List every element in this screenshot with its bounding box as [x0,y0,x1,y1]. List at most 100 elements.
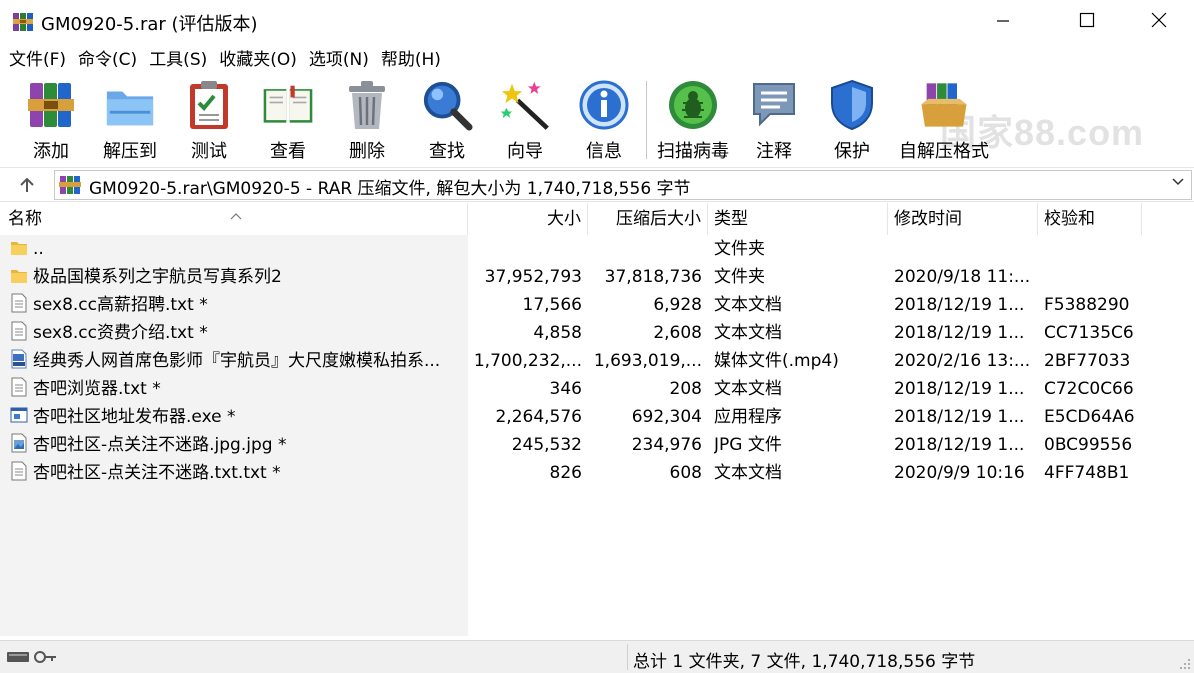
column-header-crc[interactable]: 校验和 [1036,203,1142,235]
protect-label: 保护 [834,141,870,162]
column-header-packed[interactable]: 压缩后大小 [588,203,708,235]
find-label: 查找 [429,141,465,162]
view-button[interactable]: 查看 [256,79,320,163]
up-one-level-button[interactable] [14,172,40,198]
file-crc: F5388290 [1044,295,1130,315]
view-book-icon [262,79,314,131]
file-size: 17,566 [522,295,582,315]
text-file-icon [10,461,28,481]
menu-file[interactable]: 文件(F) [4,45,71,75]
path-text: GM0920-5.rar\GM0920-5 - RAR 压缩文件, 解包大小为 … [89,179,691,199]
column-header-type[interactable]: 类型 [706,203,888,235]
info-label: 信息 [586,141,622,162]
file-size: 346 [549,379,582,399]
virus-scan-icon [667,79,719,131]
status-bar: 总计 1 文件夹, 7 文件, 1,740,718,556 字节 [0,640,1194,673]
table-row[interactable]: 杏吧社区地址发布器.exe * 2,264,576 692,304 应用程序 2018/… [0,403,1194,431]
sfx-button[interactable]: 自解压格式 [898,79,990,163]
chevron-down-icon[interactable] [1171,175,1185,193]
menu-help[interactable]: 帮助(H) [376,45,446,75]
info-button[interactable]: 信息 [579,79,629,163]
file-type: 文本文档 [714,463,782,483]
virus-scan-button[interactable]: 扫描病毒 [654,79,732,163]
resize-grip-icon[interactable] [1179,658,1191,670]
file-name: sex8.cc资费介绍.txt * [33,323,208,343]
file-size: 2,264,576 [495,407,582,427]
sfx-archive-icon [918,79,970,131]
table-row[interactable]: 杏吧社区-点关注不迷路.jpg.jpg * 245,532 234,976 JPG 文… [0,431,1194,459]
column-header-size[interactable]: 大小 [468,203,588,235]
file-name: sex8.cc高薪招聘.txt * [33,295,208,315]
file-packed-size: 208 [669,379,702,399]
file-modified: 2020/9/9 10:16 [894,463,1025,483]
wizard-button[interactable]: 向导 [496,79,554,163]
virus-scan-label: 扫描病毒 [657,141,729,162]
file-packed-size: 2,608 [653,323,702,343]
table-row[interactable]: sex8.cc高薪招聘.txt * 17,566 6,928 文本文档 2018/12/… [0,291,1194,319]
file-size: 826 [549,463,582,483]
file-crc: CC7135C6 [1044,323,1134,343]
drive-key-icon[interactable] [6,648,58,666]
table-row[interactable]: 杏吧社区-点关注不迷路.txt.txt * 826 608 文本文档 2020/9/9 … [0,459,1194,487]
protect-button[interactable]: 保护 [828,79,876,163]
file-name-cell: 极品国模系列之宇航员写真系列2 [10,263,466,291]
table-row[interactable]: sex8.cc资费介绍.txt * 4,858 2,608 文本文档 2018/12/1… [0,319,1194,347]
list-header: 名称 大小 压缩后大小 类型 修改时间 校验和 [0,203,1194,235]
file-type: 文本文档 [714,379,782,399]
extract-to-button[interactable]: 解压到 [100,79,160,163]
file-crc: C72C0C66 [1044,379,1134,399]
view-label: 查看 [270,141,306,162]
text-file-icon [10,377,28,397]
table-row[interactable]: 杏吧浏览器.txt * 346 208 文本文档 2018/12/19 1... C72C… [0,375,1194,403]
find-button[interactable]: 查找 [420,79,474,163]
column-header-modified[interactable]: 修改时间 [886,203,1038,235]
file-name-cell: 经典秀人网首席色影师『宇航员』大尺度嫩模私拍系... [10,347,466,375]
add-archive-icon [25,79,77,131]
file-packed-size: 234,976 [631,435,702,455]
file-type: 应用程序 [714,407,782,427]
menu-commands[interactable]: 命令(C) [73,45,142,75]
file-packed-size: 608 [669,463,702,483]
archive-icon [59,176,81,194]
file-modified: 2020/2/16 13:... [894,351,1031,371]
address-bar: GM0920-5.rar\GM0920-5 - RAR 压缩文件, 解包大小为 … [0,167,1194,202]
winrar-app-icon[interactable] [12,11,34,33]
path-field[interactable]: GM0920-5.rar\GM0920-5 - RAR 压缩文件, 解包大小为 … [54,170,1192,200]
title-bar: GM0920-5.rar (评估版本) [0,0,1194,45]
column-header-name[interactable]: 名称 [0,203,468,235]
file-modified: 2020/9/18 11:... [894,267,1031,287]
folder-icon [10,237,28,257]
file-name: 杏吧社区-点关注不迷路.jpg.jpg * [33,435,287,455]
window-title: GM0920-5.rar (评估版本) [41,14,258,35]
file-packed-size: 1,693,019,... [593,351,702,371]
test-button[interactable]: 测试 [186,79,232,163]
file-modified [894,235,1034,263]
file-type: 文件夹 [714,239,765,259]
text-file-icon [10,293,28,313]
file-name-cell: sex8.cc高薪招聘.txt * [10,291,466,319]
table-row[interactable]: 极品国模系列之宇航员写真系列2 37,952,793 37,818,736 文件夹 20… [0,263,1194,291]
comment-button[interactable]: 注释 [750,79,798,163]
close-button[interactable] [1124,0,1194,45]
file-name: 经典秀人网首席色影师『宇航员』大尺度嫩模私拍系... [33,351,441,371]
menu-favorites[interactable]: 收藏夹(O) [214,45,302,75]
file-crc: 4FF748B1 [1044,463,1130,483]
folder-icon [10,265,28,285]
extract-to-label: 解压到 [103,141,157,162]
extract-folder-icon [104,79,156,131]
add-button[interactable]: 添加 [22,79,80,163]
minimize-icon [996,12,1010,33]
maximize-button[interactable] [1052,0,1122,45]
table-row[interactable]: .. 文件夹 [0,235,1194,263]
file-packed-size: 6,928 [653,295,702,315]
table-row[interactable]: 经典秀人网首席色影师『宇航员』大尺度嫩模私拍系... 1,700,232,... 1… [0,347,1194,375]
file-modified: 2018/12/19 1... [894,295,1025,315]
menu-options[interactable]: 选项(N) [304,45,374,75]
comment-icon [748,79,800,131]
delete-button[interactable]: 删除 [344,79,390,163]
test-label: 测试 [191,141,227,162]
minimize-button[interactable] [968,0,1038,45]
file-size: 1,700,232,... [473,351,582,371]
menu-tools[interactable]: 工具(S) [144,45,212,75]
image-file-icon [10,433,28,453]
